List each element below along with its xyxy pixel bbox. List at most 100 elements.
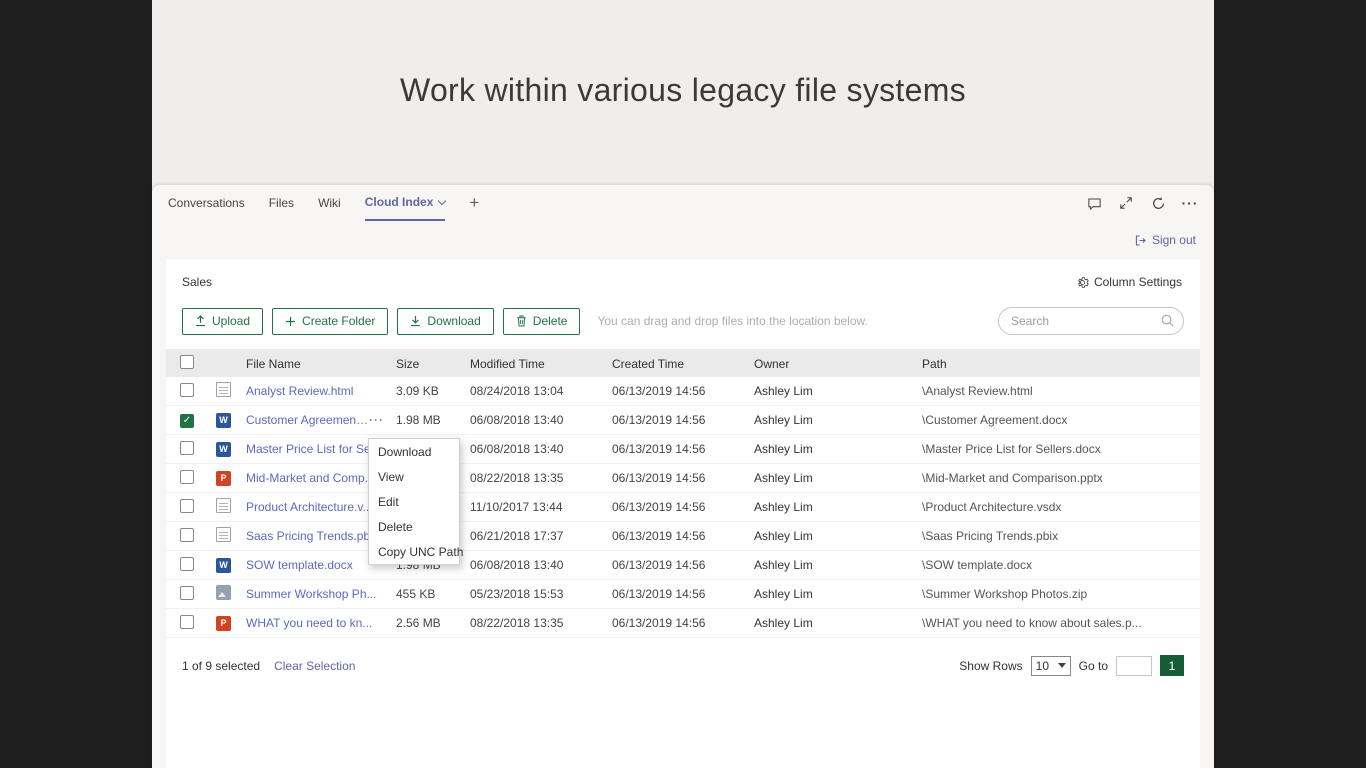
tab-conversations[interactable]: Conversations: [168, 185, 245, 221]
created-time: 06/13/2019 14:56: [612, 413, 706, 427]
select-all-checkbox[interactable]: [180, 355, 194, 369]
col-modified-time[interactable]: Modified Time: [470, 357, 612, 371]
file-path: \Analyst Review.html: [922, 384, 1033, 398]
plus-icon: [285, 316, 296, 326]
more-options-icon[interactable]: ···: [1182, 195, 1198, 211]
table-row: Master Price List for Se... 06/08/2018 1…: [166, 435, 1200, 464]
file-name-link[interactable]: Mid-Market and Comp...: [246, 471, 375, 485]
rows-per-page-select[interactable]: 10: [1030, 655, 1071, 676]
modified-time: 05/23/2018 15:53: [470, 587, 564, 601]
file-path: \WHAT you need to know about sales.p...: [922, 616, 1142, 630]
file-size: 455 KB: [396, 587, 436, 601]
rows-per-page-value: 10: [1035, 658, 1049, 673]
tab-cloud-index[interactable]: Cloud Index: [364, 185, 447, 221]
file-size: 3.09 KB: [396, 384, 439, 398]
powerpoint-file-icon: [216, 470, 231, 486]
file-name-link[interactable]: Customer Agreement...: [246, 413, 369, 427]
col-size[interactable]: Size: [396, 357, 470, 371]
current-page-button[interactable]: 1: [1160, 655, 1184, 676]
row-checkbox[interactable]: [180, 414, 194, 428]
col-path[interactable]: Path: [922, 357, 1200, 371]
signout-icon: [1135, 235, 1146, 245]
signout-row: Sign out: [152, 221, 1214, 259]
context-menu-item-view[interactable]: View: [369, 464, 459, 489]
row-checkbox[interactable]: [180, 556, 194, 571]
column-settings-button[interactable]: Column Settings: [1076, 275, 1182, 289]
row-checkbox[interactable]: [180, 527, 194, 542]
col-owner[interactable]: Owner: [754, 357, 922, 371]
modified-time: 08/22/2018 13:35: [470, 616, 564, 630]
row-checkbox[interactable]: [180, 469, 194, 484]
row-checkbox[interactable]: [180, 498, 194, 513]
created-time: 06/13/2019 14:56: [612, 500, 706, 514]
file-name-link[interactable]: Product Architecture.v...: [246, 500, 373, 514]
expand-icon[interactable]: [1118, 195, 1134, 211]
download-button[interactable]: Download: [397, 307, 494, 335]
select-arrow-icon: [1057, 663, 1066, 668]
signout-label: Sign out: [1151, 233, 1196, 247]
row-more-icon[interactable]: [369, 413, 388, 427]
app-window: Conversations Files Wiki Cloud Index + ·…: [152, 185, 1214, 768]
owner: Ashley Lim: [754, 616, 813, 630]
modified-time: 08/22/2018 13:35: [470, 471, 564, 485]
clear-selection-link[interactable]: Clear Selection: [274, 659, 355, 673]
tab-wiki[interactable]: Wiki: [318, 185, 341, 221]
context-menu-item-download[interactable]: Download: [369, 439, 459, 464]
row-checkbox[interactable]: [180, 614, 194, 629]
owner: Ashley Lim: [754, 587, 813, 601]
signout-button[interactable]: Sign out: [1134, 233, 1196, 247]
search-input[interactable]: [998, 307, 1184, 335]
created-time: 06/13/2019 14:56: [612, 587, 706, 601]
trash-icon: [516, 315, 526, 327]
row-checkbox[interactable]: [180, 585, 194, 600]
chat-icon[interactable]: [1086, 195, 1102, 211]
goto-page-input[interactable]: [1116, 655, 1152, 676]
refresh-icon[interactable]: [1150, 195, 1166, 211]
window-actions: ···: [1086, 195, 1198, 211]
context-menu-item-edit[interactable]: Edit: [369, 489, 459, 514]
context-menu-item-delete[interactable]: Delete: [369, 514, 459, 539]
col-file-name[interactable]: File Name: [246, 357, 396, 371]
image-file-icon: [216, 585, 231, 600]
upload-button[interactable]: Upload: [182, 307, 264, 335]
upload-icon: [196, 315, 205, 327]
file-name-link[interactable]: SOW template.docx: [246, 558, 353, 572]
file-path: \Customer Agreement.docx: [922, 413, 1068, 427]
context-menu-item-copy-unc-path[interactable]: Copy UNC Path: [369, 539, 463, 564]
download-icon: [411, 315, 421, 327]
file-name-link[interactable]: WHAT you need to kn...: [246, 616, 372, 630]
file-name-link[interactable]: Master Price List for Se...: [246, 442, 381, 456]
search-box: [998, 307, 1184, 335]
tab-files[interactable]: Files: [269, 185, 294, 221]
col-created-time[interactable]: Created Time: [612, 357, 754, 371]
search-icon: [1160, 313, 1175, 328]
create-folder-button[interactable]: Create Folder: [272, 307, 389, 335]
file-name-link[interactable]: Analyst Review.html: [246, 384, 353, 398]
owner: Ashley Lim: [754, 442, 813, 456]
add-tab-button[interactable]: +: [469, 185, 479, 221]
row-checkbox[interactable]: [180, 382, 194, 397]
created-time: 06/13/2019 14:56: [612, 471, 706, 485]
table-row: Summer Workshop Ph... 455 KB 05/23/2018 …: [166, 580, 1200, 609]
generic-file-icon: [216, 382, 231, 397]
file-name-link[interactable]: Saas Pricing Trends.pbix: [246, 529, 379, 543]
generic-file-icon: [216, 527, 231, 542]
table-footer: 1 of 9 selected Clear Selection Show Row…: [166, 638, 1200, 693]
owner: Ashley Lim: [754, 529, 813, 543]
file-size: 2.56 MB: [396, 616, 441, 630]
table-row: WHAT you need to kn... 2.56 MB 08/22/201…: [166, 609, 1200, 638]
modified-time: 06/21/2018 17:37: [470, 529, 564, 543]
delete-button[interactable]: Delete: [502, 307, 581, 335]
table-row: Saas Pricing Trends.pbix 06/21/2018 17:3…: [166, 522, 1200, 551]
show-rows-label: Show Rows: [959, 658, 1023, 673]
file-name-link[interactable]: Summer Workshop Ph...: [246, 587, 377, 601]
file-path: \Mid-Market and Comparison.pptx: [922, 471, 1103, 485]
content-panel: Sales Column Settings Upload Create Fold…: [166, 259, 1200, 768]
created-time: 06/13/2019 14:56: [612, 442, 706, 456]
context-menu: Download View Edit Delete Copy UNC Path: [368, 438, 463, 565]
header-checkbox-cell: [180, 355, 216, 372]
toolbar: Upload Create Folder Download Delete You…: [166, 303, 1200, 349]
column-settings-label: Column Settings: [1093, 275, 1182, 289]
row-checkbox[interactable]: [180, 440, 194, 455]
created-time: 06/13/2019 14:56: [612, 529, 706, 543]
